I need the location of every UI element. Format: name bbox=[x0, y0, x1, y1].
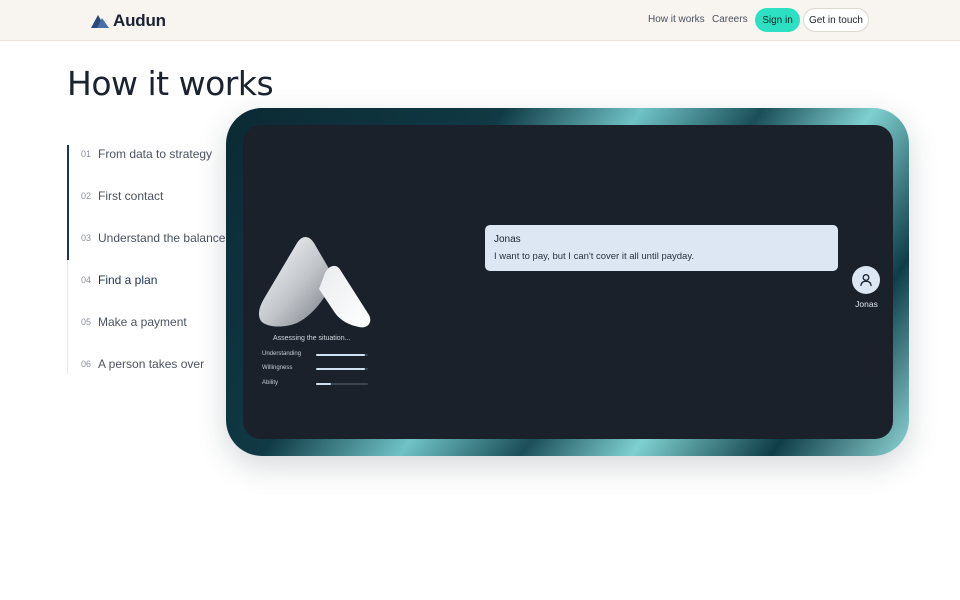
chat-sender: Jonas bbox=[494, 234, 521, 245]
step-number: 06 bbox=[81, 359, 92, 369]
metric-fill bbox=[316, 383, 331, 385]
avatar[interactable] bbox=[852, 266, 880, 294]
metric-track bbox=[316, 383, 368, 385]
page-title: How it works bbox=[67, 64, 274, 103]
step-item[interactable]: 02 First contact bbox=[67, 185, 232, 207]
chat-bubble: Jonas I want to pay, but I can't cover i… bbox=[485, 225, 838, 271]
step-number: 03 bbox=[81, 233, 92, 243]
step-item[interactable]: 03 Understand the balance bbox=[67, 227, 232, 249]
metric-row: Understanding bbox=[262, 351, 372, 361]
nav-careers[interactable]: Careers bbox=[712, 14, 748, 25]
metric-track bbox=[316, 354, 368, 356]
get-in-touch-button[interactable]: Get in touch bbox=[803, 8, 869, 32]
step-number: 02 bbox=[81, 191, 92, 201]
assessing-status: Assessing the situation... bbox=[273, 335, 351, 342]
step-label: First contact bbox=[98, 189, 164, 203]
metric-row: Willingness bbox=[262, 365, 372, 375]
step-item-active[interactable]: 04 Find a plan bbox=[67, 269, 232, 291]
metric-label: Understanding bbox=[262, 351, 302, 357]
step-item[interactable]: 06 A person takes over bbox=[67, 353, 232, 375]
user-icon bbox=[860, 274, 872, 287]
step-label: From data to strategy bbox=[98, 147, 213, 161]
brand-name: Audun bbox=[113, 11, 166, 30]
step-item[interactable]: 01 From data to strategy bbox=[67, 143, 232, 165]
step-item[interactable]: 05 Make a payment bbox=[67, 311, 232, 333]
step-number: 01 bbox=[81, 149, 92, 159]
nav-how-it-works[interactable]: How it works bbox=[648, 14, 705, 25]
site-header: Audun How it works Careers Sign in Get i… bbox=[0, 0, 960, 41]
demo-frame: Assessing the situation... Understanding… bbox=[226, 108, 909, 456]
sign-in-button[interactable]: Sign in bbox=[755, 8, 800, 32]
step-label: A person takes over bbox=[98, 357, 205, 371]
metric-row: Ability bbox=[262, 380, 372, 390]
demo-screen: Assessing the situation... Understanding… bbox=[243, 125, 893, 439]
step-number: 04 bbox=[81, 275, 92, 285]
mountain-mark-icon bbox=[258, 237, 371, 328]
step-label: Understand the balance bbox=[98, 231, 226, 245]
metric-fill bbox=[316, 368, 366, 370]
mountain-logo-icon bbox=[91, 15, 109, 28]
metric-label: Ability bbox=[262, 380, 279, 386]
step-number: 05 bbox=[81, 317, 92, 327]
brand-logo[interactable]: Audun bbox=[91, 11, 166, 31]
step-label: Find a plan bbox=[98, 273, 158, 287]
metric-track bbox=[316, 368, 368, 370]
metric-fill bbox=[316, 354, 366, 356]
avatar-name: Jonas bbox=[855, 299, 878, 309]
metric-label: Willingness bbox=[262, 365, 293, 371]
step-label: Make a payment bbox=[98, 315, 187, 329]
chat-message: I want to pay, but I can't cover it all … bbox=[494, 251, 695, 262]
